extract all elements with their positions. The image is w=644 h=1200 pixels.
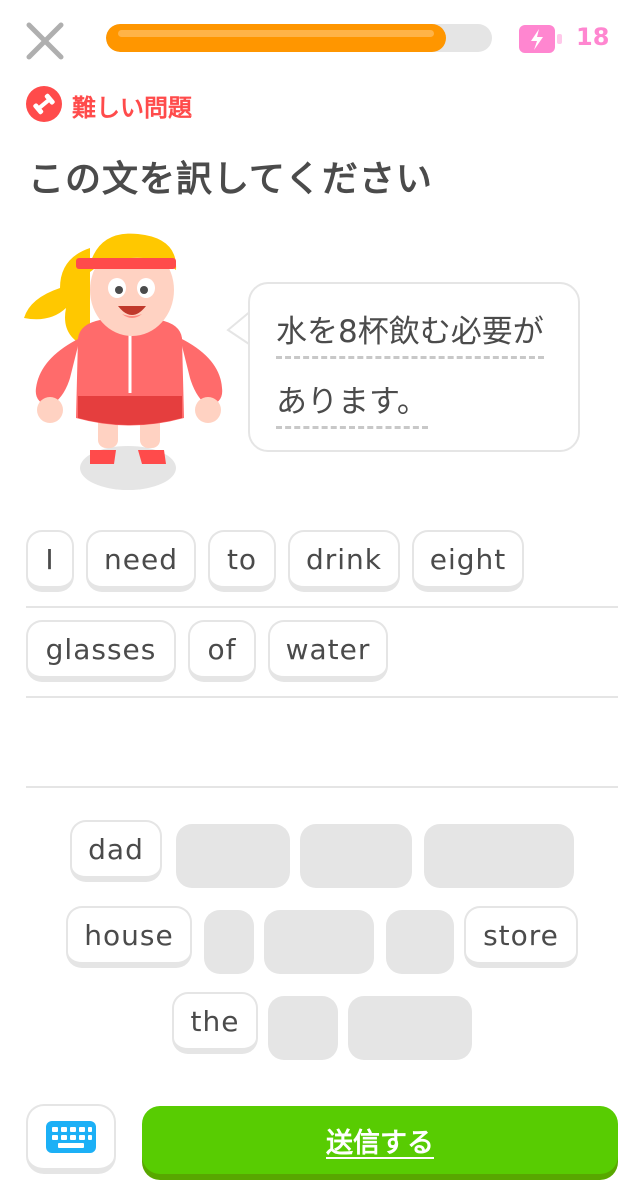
progress-fill <box>106 24 446 52</box>
challenge-badge-label: 難しい問題 <box>72 94 192 122</box>
used-word-slot <box>268 996 338 1060</box>
submit-button[interactable]: 送信する <box>142 1106 618 1174</box>
answer-word-chip[interactable]: I <box>26 530 74 592</box>
answer-word-chip[interactable]: eight <box>412 530 524 592</box>
answer-word-chip[interactable]: water <box>268 620 388 682</box>
answer-word-chip[interactable]: of <box>188 620 256 682</box>
energy-count: 18 <box>576 23 610 51</box>
sentence-line-1[interactable]: 水を8杯飲む必要が <box>276 306 544 359</box>
used-word-slot <box>424 824 574 888</box>
sentence-line-2[interactable]: あります。 <box>276 376 428 429</box>
sentence-text-2[interactable]: あります。 <box>276 384 428 429</box>
progress-bar <box>106 24 492 52</box>
word-bank-chip[interactable]: the <box>172 992 258 1054</box>
answer-word-chip[interactable]: glasses <box>26 620 176 682</box>
used-word-slot <box>386 910 454 974</box>
word-bank-chip[interactable]: store <box>464 906 578 968</box>
answer-word-chip[interactable]: need <box>86 530 196 592</box>
character-illustration <box>24 233 223 490</box>
answer-word-chip[interactable]: to <box>208 530 276 592</box>
answer-line <box>26 786 618 788</box>
word-bank-chip[interactable]: house <box>66 906 192 968</box>
answer-word-chip[interactable]: drink <box>288 530 400 592</box>
dumbbell-icon <box>26 86 62 122</box>
used-word-slot <box>300 824 412 888</box>
close-icon[interactable] <box>22 18 68 64</box>
keyboard-icon <box>46 1121 96 1153</box>
used-word-slot <box>176 824 290 888</box>
answer-line <box>26 696 618 698</box>
answer-line <box>26 606 618 608</box>
sentence-text-1[interactable]: 水を8杯飲む必要が <box>276 314 544 359</box>
page-title: この文を訳してください <box>28 159 433 200</box>
energy-battery-icon <box>519 25 562 53</box>
speech-bubble: 水を8杯飲む必要が あります。 <box>248 282 580 452</box>
submit-button-label: 送信する <box>326 1127 434 1159</box>
used-word-slot <box>264 910 374 974</box>
word-bank-chip[interactable]: dad <box>70 820 162 882</box>
used-word-slot <box>348 996 472 1060</box>
used-word-slot <box>204 910 254 974</box>
keyboard-toggle-button[interactable] <box>26 1104 116 1174</box>
